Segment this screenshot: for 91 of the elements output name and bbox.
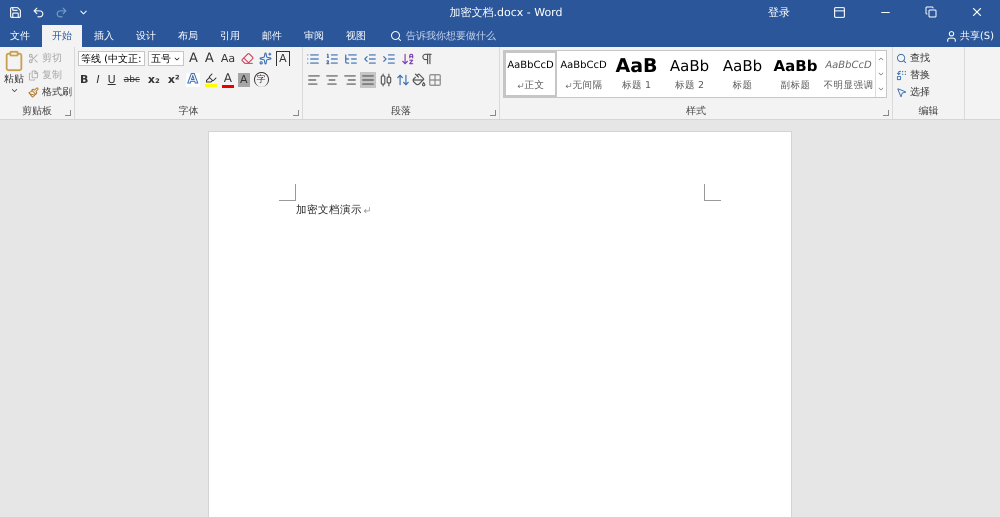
strikethrough-button[interactable]: abc — [122, 72, 142, 86]
shrink-font-button[interactable]: A — [202, 52, 216, 66]
change-case-button[interactable]: Aa — [218, 52, 238, 66]
increase-indent-icon[interactable] — [382, 52, 396, 66]
multilevel-list-icon[interactable] — [344, 52, 358, 66]
style-option[interactable]: AaBb 副标题 — [769, 51, 822, 97]
style-option[interactable]: AaBbCcD 正文 — [504, 51, 557, 97]
undo-icon[interactable] — [32, 6, 45, 18]
close-icon[interactable] — [970, 5, 984, 19]
style-name: 标题 2 — [674, 78, 704, 92]
superscript-button[interactable]: x² — [166, 72, 182, 86]
style-option[interactable]: AaBbCcD 无间隔 — [557, 51, 610, 97]
sort-icon[interactable] — [401, 52, 415, 66]
highlighter-icon[interactable] — [204, 72, 217, 87]
group-label: 编辑 — [918, 105, 940, 119]
replace-button[interactable]: 替换 — [896, 67, 930, 83]
sign-in-link[interactable]: 登录 — [768, 4, 790, 20]
show-marks-icon[interactable] — [420, 52, 434, 66]
style-preview: AaBb — [774, 56, 818, 74]
bold-button[interactable]: B — [78, 72, 90, 86]
grow-font-button[interactable]: A — [187, 52, 200, 66]
share-button[interactable]: 共享(S) — [944, 25, 994, 47]
ribbon-tab[interactable]: 布局 — [168, 25, 208, 47]
scissors-icon — [28, 52, 39, 64]
restore-icon[interactable] — [925, 6, 937, 18]
ribbon-tab[interactable]: 审阅 — [294, 25, 334, 47]
font-size-field[interactable]: 五号 — [148, 51, 184, 66]
ribbon-tab[interactable]: 设计 — [126, 25, 166, 47]
brush-icon — [28, 86, 39, 98]
ribbon-tab[interactable]: 开始 — [42, 25, 82, 47]
character-border-button[interactable]: A — [276, 51, 290, 66]
style-preview: AaBbCcD — [825, 58, 872, 72]
font-color-button[interactable]: A — [222, 71, 234, 88]
line-spacing-icon[interactable] — [396, 72, 410, 86]
style-preview: AaBb — [670, 56, 710, 74]
clear-format-icon[interactable] — [241, 52, 254, 65]
group-label: 段落 — [390, 105, 412, 119]
group-label: 字体 — [178, 105, 200, 119]
file-menu-tab[interactable]: 文件 — [0, 25, 40, 47]
style-name: 正文 — [524, 78, 544, 92]
ribbon-display-icon[interactable] — [832, 6, 846, 18]
redo-icon[interactable] — [55, 6, 68, 18]
style-name: 无间隔 — [572, 78, 602, 92]
style-preview: AaBbCcD — [507, 58, 554, 72]
style-option[interactable]: AaBb 标题 2 — [663, 51, 716, 97]
margin-corner-mark — [704, 184, 721, 201]
person-icon — [944, 30, 958, 42]
tell-me-field[interactable]: 告诉我你想要做什么 — [390, 25, 496, 47]
group-label: 剪贴板 — [21, 105, 53, 119]
paragraph-shading-icon[interactable] — [412, 72, 426, 86]
ribbon-tab[interactable]: 插入 — [84, 25, 124, 47]
search-icon — [390, 30, 402, 42]
style-option[interactable]: AaBb 标题 — [716, 51, 769, 97]
save-icon[interactable] — [9, 6, 22, 18]
font-name-field[interactable]: 等线 (中文正: — [78, 51, 145, 66]
bullet-list-icon[interactable] — [306, 52, 320, 66]
painter-button[interactable]: 格式刷 — [28, 84, 72, 100]
style-name: 副标题 — [780, 78, 810, 92]
ribbon-tab[interactable]: 邮件 — [252, 25, 292, 47]
copy-icon — [28, 70, 39, 80]
paragraph-mark-icon — [363, 206, 371, 214]
style-preview: AaBb — [722, 56, 762, 74]
pointer-icon — [896, 86, 907, 98]
select-button[interactable]: 选择 — [896, 84, 930, 100]
italic-button[interactable]: I — [94, 72, 102, 86]
align-justify-button[interactable] — [360, 72, 376, 88]
find-button[interactable]: 查找 — [896, 50, 930, 66]
style-preview: AaB — [615, 56, 658, 74]
replace-icon — [896, 70, 907, 80]
decrease-indent-icon[interactable] — [363, 52, 377, 66]
character-shading-button[interactable]: A — [238, 72, 250, 86]
style-option[interactable]: AaB 标题 1 — [610, 51, 663, 97]
ribbon-tab[interactable]: 引用 — [210, 25, 250, 47]
search-icon — [896, 52, 907, 64]
text-effects-button[interactable]: A — [186, 72, 200, 86]
document-text: 加密文档演示 — [296, 203, 362, 217]
group-label: 样式 — [685, 105, 707, 119]
style-preview: AaBbCcD — [560, 58, 607, 72]
ribbon-tab[interactable]: 视图 — [336, 25, 376, 47]
window-title: 加密文档.docx - Word — [448, 4, 564, 20]
paste-button[interactable]: 粘贴 — [3, 50, 25, 105]
margin-corner-mark — [279, 184, 296, 201]
align-distributed-button[interactable] — [378, 72, 394, 88]
underline-button[interactable]: U — [106, 72, 118, 86]
borders-icon[interactable] — [428, 72, 442, 86]
subscript-button[interactable]: x₂ — [146, 72, 162, 86]
tell-me-placeholder: 告诉我你想要做什么 — [406, 30, 496, 43]
style-name: 标题 1 — [622, 78, 652, 92]
clipboard-icon — [3, 50, 25, 72]
style-name: 标题 — [732, 78, 752, 92]
numbered-list-icon[interactable] — [325, 52, 339, 66]
